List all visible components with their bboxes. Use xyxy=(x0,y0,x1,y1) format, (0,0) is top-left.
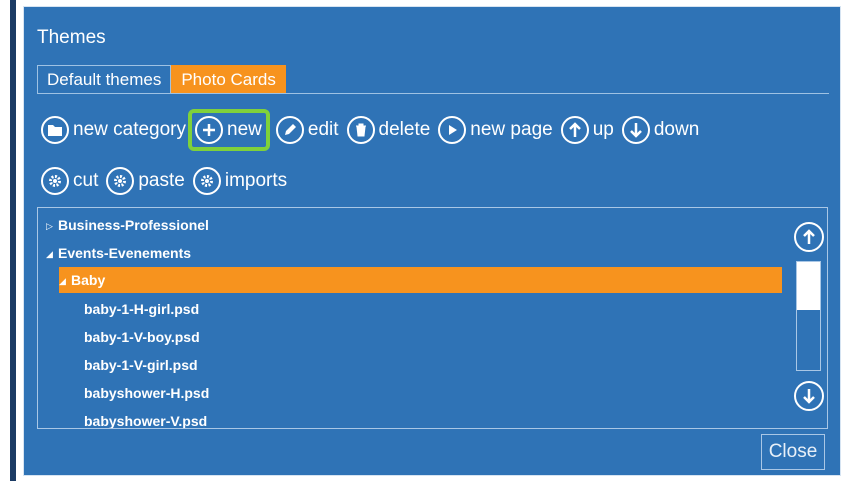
tree-item-business[interactable]: ▷ Business-Professionel xyxy=(46,212,209,238)
window-frame-bar xyxy=(10,0,16,481)
arrow-up-icon xyxy=(803,229,815,244)
delete-button[interactable]: delete xyxy=(346,113,431,147)
new-button[interactable]: new xyxy=(188,109,270,151)
collapse-arrow-icon[interactable]: ◢ xyxy=(46,241,56,267)
toolbar-row-2: cut paste imports xyxy=(41,164,295,198)
new-page-label: new page xyxy=(470,119,553,140)
cut-label: cut xyxy=(73,170,99,191)
scroll-down-button[interactable] xyxy=(794,381,824,411)
down-button[interactable]: down xyxy=(621,113,700,147)
tab-divider xyxy=(37,93,829,94)
dialog-title: Themes xyxy=(37,27,106,48)
scroll-up-button[interactable] xyxy=(794,222,824,252)
tab-default-themes[interactable]: Default themes xyxy=(37,65,172,94)
close-button[interactable]: Close xyxy=(761,434,825,470)
down-label: down xyxy=(653,119,700,140)
arrow-up-icon xyxy=(560,116,589,144)
tree-file-item[interactable]: babyshower-H.psd xyxy=(84,380,209,406)
new-category-button[interactable]: new category xyxy=(41,113,186,147)
paste-button[interactable]: paste xyxy=(106,164,185,198)
folder-icon xyxy=(41,116,69,144)
paste-label: paste xyxy=(138,170,185,191)
new-label: new xyxy=(227,119,262,140)
theme-tree[interactable]: ▷ Business-Professionel ◢ Events-Evenement… xyxy=(37,207,828,429)
tree-item-events[interactable]: ◢ Events-Evenements xyxy=(46,240,191,266)
tree-item-baby[interactable]: ◢ Baby xyxy=(59,267,782,293)
collapse-arrow-icon[interactable]: ◢ xyxy=(59,268,69,294)
tree-file-item[interactable]: baby-1-V-boy.psd xyxy=(84,324,200,350)
tab-bar: Default themes Photo Cards xyxy=(37,65,286,94)
play-icon xyxy=(438,116,467,144)
expand-arrow-icon[interactable]: ▷ xyxy=(46,213,56,239)
cut-button[interactable]: cut xyxy=(41,164,98,198)
delete-label: delete xyxy=(378,119,431,140)
up-button[interactable]: up xyxy=(560,113,614,147)
tree-file-item[interactable]: baby-1-V-girl.psd xyxy=(84,352,198,378)
tree-file-item[interactable]: babyshower-V.psd xyxy=(84,408,207,428)
arrow-down-icon xyxy=(621,116,650,144)
tab-photo-cards[interactable]: Photo Cards xyxy=(171,65,286,94)
pencil-icon xyxy=(275,116,304,144)
new-category-label: new category xyxy=(73,119,187,140)
trash-icon xyxy=(346,116,375,144)
themes-dialog: Themes Default themes Photo Cards new ca… xyxy=(23,6,841,476)
toolbar-row-1: new category new edit delete new page up… xyxy=(41,109,707,151)
tree-file-item[interactable]: baby-1-H-girl.psd xyxy=(84,296,199,322)
imports-label: imports xyxy=(224,170,288,191)
gear-icon xyxy=(41,167,69,195)
scrollbar-thumb[interactable] xyxy=(797,262,820,310)
gear-icon xyxy=(106,167,135,195)
scrollbar-track[interactable] xyxy=(796,261,821,371)
plus-icon xyxy=(195,116,224,144)
new-page-button[interactable]: new page xyxy=(438,113,553,147)
arrow-down-icon xyxy=(803,389,815,404)
edit-button[interactable]: edit xyxy=(275,113,339,147)
imports-button[interactable]: imports xyxy=(192,164,288,198)
edit-label: edit xyxy=(307,119,339,140)
up-label: up xyxy=(592,119,614,140)
gear-icon xyxy=(192,167,221,195)
